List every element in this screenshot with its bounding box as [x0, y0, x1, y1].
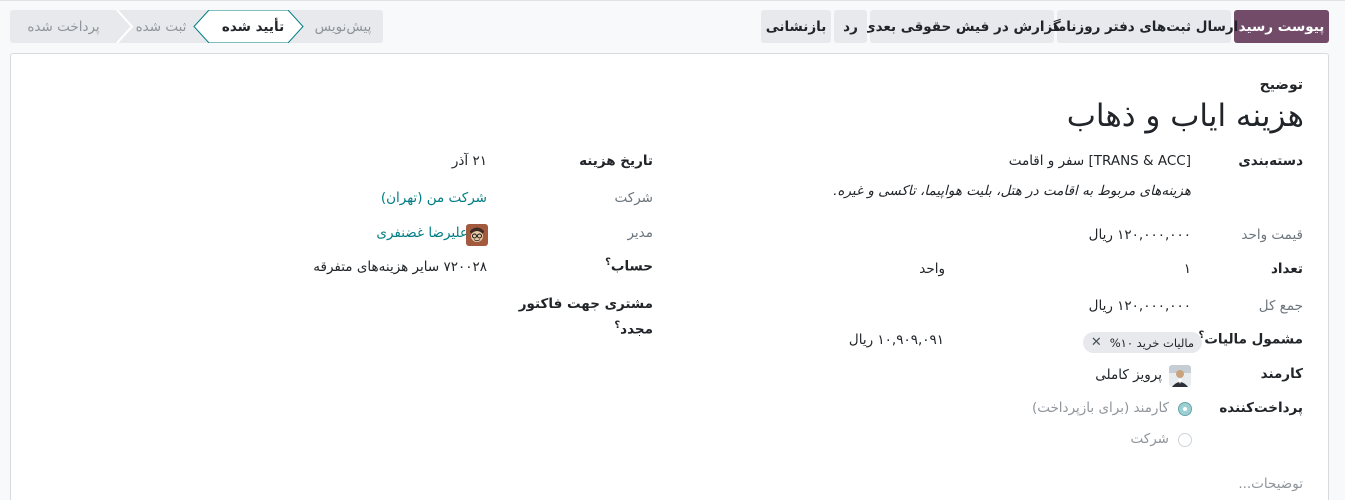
unit-price-label: قیمت واحد: [1241, 227, 1303, 243]
paid-by-company-radio[interactable]: [1178, 433, 1192, 447]
stage-draft[interactable]: پیش‌نویس: [303, 10, 383, 43]
category-label: دسته‌بندی: [1238, 153, 1303, 169]
paid-by-employee-radio[interactable]: [1178, 402, 1192, 416]
tax-tag-label: مالیات خرید ۱۰%: [1109, 335, 1194, 350]
quantity-uom: واحد: [919, 261, 945, 277]
paid-by-label: پرداخت‌کننده: [1219, 400, 1303, 416]
paid-by-company-label[interactable]: شرکت: [1131, 431, 1169, 447]
attach-receipt-button[interactable]: پیوست رسید: [1234, 10, 1329, 43]
manager-field[interactable]: علیرضا غضنفری: [376, 225, 468, 241]
employee-label: کارمند: [1260, 366, 1303, 382]
company-field[interactable]: شرکت من (تهران): [381, 190, 487, 206]
employee-field[interactable]: پرویز کاملی: [1095, 367, 1162, 383]
tax-amount: ۱۰,۹۰۹,۰۹۱ ریال: [848, 332, 944, 348]
stage-posted[interactable]: ثبت شده: [127, 10, 195, 43]
post-journal-entries-button[interactable]: ارسال ثبت‌های دفتر روزنامه: [1050, 10, 1238, 43]
total-value: ۱۲۰,۰۰۰,۰۰۰ ریال: [1088, 298, 1191, 314]
account-label: حساب: [610, 258, 653, 275]
reinvoice-customer-label: مشتری جهت فاکتور مجدد؟: [519, 294, 653, 341]
expense-title[interactable]: هزینه ایاب و ذهاب: [1067, 94, 1304, 138]
employee-avatar: [1169, 365, 1191, 387]
stage-paid[interactable]: پرداخت شده: [10, 10, 117, 43]
paid-by-employee-label[interactable]: کارمند (برای بازپرداخت): [1032, 400, 1169, 416]
tax-tag: مالیات خرید ۱۰% ✕: [1082, 332, 1202, 353]
manager-label: مدیر: [627, 225, 653, 241]
quantity-label: تعداد: [1270, 261, 1303, 277]
status-bar: پیش‌نویس تأیید شده ثبت شده پرداخت شده: [10, 10, 383, 43]
reinvoice-label-line2-wrap: مجدد؟: [519, 315, 653, 341]
reset-button[interactable]: بازنشانی: [761, 10, 831, 43]
expense-date-field[interactable]: ۲۱ آذر: [452, 153, 487, 169]
close-icon[interactable]: ✕: [1091, 335, 1102, 350]
report-in-payslip-button[interactable]: گزارش در فیش حقوقی بعدی: [863, 10, 1061, 43]
category-field[interactable]: [TRANS & ACC] سفر و اقامت: [1009, 153, 1191, 169]
stage-approved[interactable]: تأیید شده: [205, 10, 301, 43]
notes-field[interactable]: توضیحات...: [1238, 476, 1303, 492]
quantity-field[interactable]: ۱: [1184, 261, 1191, 277]
total-label: جمع کل: [1258, 298, 1303, 314]
company-label: شرکت: [614, 190, 653, 206]
manager-avatar: [466, 224, 488, 246]
account-field[interactable]: ۷۲۰۰۲۸ سایر هزینه‌های متفرقه: [313, 259, 487, 275]
refuse-button[interactable]: رد: [834, 10, 867, 43]
tax-label: مشمول مالیات: [1204, 331, 1303, 348]
tax-label-wrap: مشمول مالیات؟: [1199, 330, 1303, 348]
reinvoice-label-line1: مشتری جهت فاکتور: [518, 296, 653, 312]
reinvoice-label-line2: مجدد: [620, 321, 653, 338]
description-label: توضیح: [1259, 77, 1303, 93]
unit-price-value: ۱۲۰,۰۰۰,۰۰۰ ریال: [1088, 227, 1191, 243]
expense-form-sheet: توضیح هزینه ایاب و ذهاب دسته‌بندی [TRANS…: [10, 53, 1329, 500]
category-description: هزینه‌های مربوط به اقامت در هتل، بلیت هو…: [833, 183, 1191, 199]
account-label-wrap: حساب؟: [605, 257, 653, 275]
expense-date-label: تاریخ هزینه: [579, 153, 653, 169]
